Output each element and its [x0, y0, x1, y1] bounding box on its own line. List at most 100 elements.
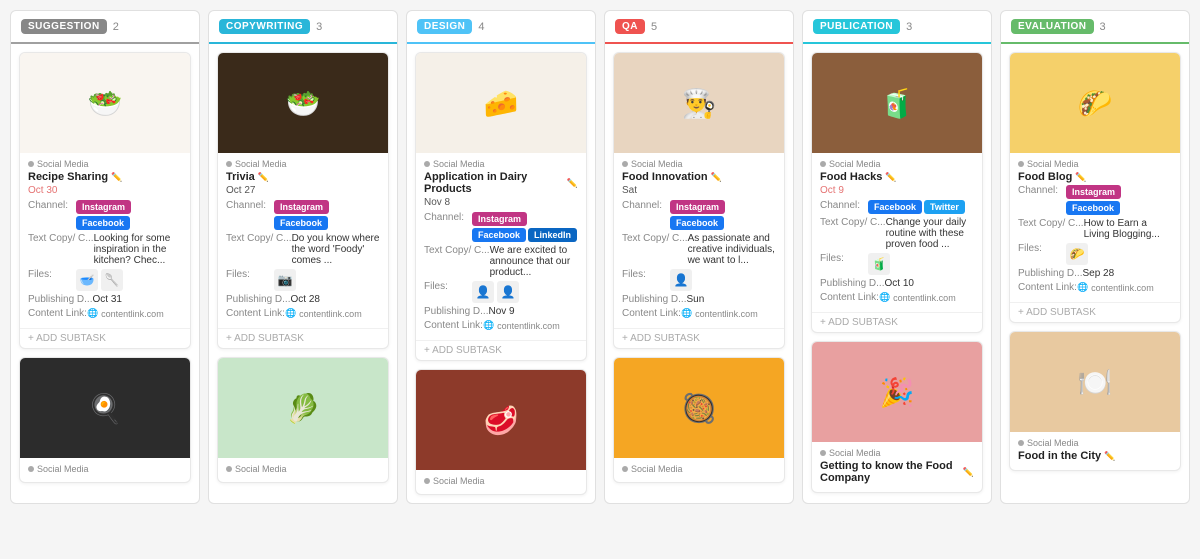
link-text: contentlink.com	[497, 321, 560, 331]
channel-tags: InstagramFacebook	[1066, 185, 1172, 215]
add-subtask-button[interactable]: + ADD SUBTASK	[1010, 302, 1180, 322]
card-qa-0[interactable]: 👨‍🍳Social MediaFood Innovation✏️SatChann…	[613, 52, 785, 349]
pub-value: Sun	[686, 294, 776, 305]
pub-value: Oct 10	[884, 278, 974, 289]
card-content-suggestion-1: Social Media	[20, 458, 190, 482]
column-copywriting: COPYWRITING3🥗Social MediaTrivia✏️Oct 27C…	[208, 10, 398, 504]
card-design-0[interactable]: 🧀Social MediaApplication in Dairy Produc…	[415, 52, 587, 361]
add-subtask-button[interactable]: + ADD SUBTASK	[614, 328, 784, 348]
edit-icon[interactable]: ✏️	[258, 172, 269, 183]
add-subtask-button[interactable]: + ADD SUBTASK	[416, 340, 586, 360]
edit-icon[interactable]: ✏️	[963, 467, 974, 478]
card-text-row: Text Copy/ C...As passionate and creativ…	[622, 233, 776, 266]
channel-label: Channel:	[424, 212, 472, 223]
card-content-design-0: Social MediaApplication in Dairy Product…	[416, 153, 586, 340]
column-header-copywriting: COPYWRITING3	[209, 11, 397, 44]
pub-label: Publishing D...	[1018, 268, 1082, 279]
card-image-design-1: 🥩	[416, 370, 586, 470]
column-header-evaluation: EVALUATION3	[1001, 11, 1189, 44]
card-content-publication-1: Social MediaGetting to know the Food Com…	[812, 442, 982, 492]
category-label: Social Media	[37, 464, 89, 474]
column-badge-evaluation: EVALUATION	[1011, 19, 1094, 34]
edit-icon[interactable]: ✏️	[885, 172, 896, 183]
card-evaluation-0[interactable]: 🌮Social MediaFood Blog✏️Channel:Instagra…	[1009, 52, 1181, 323]
card-title: Food Innovation✏️	[622, 171, 776, 183]
link-text: contentlink.com	[101, 309, 164, 319]
tag-facebook: Facebook	[670, 216, 724, 230]
card-copywriting-1[interactable]: 🥬Social Media	[217, 357, 389, 483]
category-label: Social Media	[1027, 159, 1079, 169]
content-link[interactable]: 🌐contentlink.com	[87, 308, 164, 319]
content-link[interactable]: 🌐contentlink.com	[879, 292, 956, 303]
add-subtask-button[interactable]: + ADD SUBTASK	[812, 312, 982, 332]
channel-tags: InstagramFacebook	[274, 200, 380, 230]
card-image-suggestion-0: 🥗	[20, 53, 190, 153]
link-text: contentlink.com	[695, 309, 758, 319]
channel-tags: InstagramFacebook	[76, 200, 182, 230]
card-category: Social Media	[1018, 438, 1172, 448]
edit-icon[interactable]: ✏️	[111, 172, 122, 183]
files-label: Files:	[226, 269, 274, 280]
card-copywriting-0[interactable]: 🥗Social MediaTrivia✏️Oct 27Channel:Insta…	[217, 52, 389, 349]
pub-label: Publishing D...	[622, 294, 686, 305]
card-suggestion-0[interactable]: 🥗Social MediaRecipe Sharing✏️Oct 30Chann…	[19, 52, 191, 349]
edit-icon[interactable]: ✏️	[711, 172, 722, 183]
globe-icon: 🌐	[483, 320, 494, 331]
card-content-evaluation-1: Social MediaFood in the City✏️	[1010, 432, 1180, 470]
add-subtask-button[interactable]: + ADD SUBTASK	[218, 328, 388, 348]
edit-icon[interactable]: ✏️	[1075, 172, 1086, 183]
column-count-copywriting: 3	[316, 21, 322, 33]
card-content-design-1: Social Media	[416, 470, 586, 494]
category-dot	[820, 450, 826, 456]
category-label: Social Media	[37, 159, 89, 169]
file-icon: 🌮	[1066, 243, 1088, 265]
link-text: contentlink.com	[299, 309, 362, 319]
card-files-row: Files:📷	[226, 269, 380, 291]
tag-instagram: Instagram	[472, 212, 527, 226]
card-image-suggestion-1: 🍳	[20, 358, 190, 458]
card-image-copywriting-1: 🥬	[218, 358, 388, 458]
tag-facebook: Facebook	[76, 216, 130, 230]
content-link[interactable]: 🌐contentlink.com	[681, 308, 758, 319]
card-link-row: Content Link:🌐contentlink.com	[622, 308, 776, 319]
card-pub-row: Publishing D...Sun	[622, 294, 776, 305]
column-body-suggestion: 🥗Social MediaRecipe Sharing✏️Oct 30Chann…	[11, 44, 199, 491]
link-label: Content Link:	[424, 320, 483, 331]
card-suggestion-1[interactable]: 🍳 Social Media	[19, 357, 191, 483]
channel-label: Channel:	[1018, 185, 1066, 196]
column-badge-suggestion: SUGGESTION	[21, 19, 107, 34]
card-image-publication-0: 🧃	[812, 53, 982, 153]
card-qa-1[interactable]: 🥘Social Media	[613, 357, 785, 483]
card-link-row: Content Link:🌐contentlink.com	[1018, 282, 1172, 293]
text-value: Change your daily routine with these pro…	[886, 217, 974, 250]
file-thumbs: 📷	[274, 269, 296, 291]
category-label: Social Media	[631, 464, 683, 474]
files-label: Files:	[1018, 243, 1066, 254]
tag-facebook: Facebook	[274, 216, 328, 230]
card-link-row: Content Link:🌐contentlink.com	[226, 308, 380, 319]
card-link-row: Content Link:🌐contentlink.com	[28, 308, 182, 319]
card-design-1[interactable]: 🥩Social Media	[415, 369, 587, 495]
card-channel-row: Channel:InstagramFacebook	[1018, 185, 1172, 215]
add-subtask-button[interactable]: + ADD SUBTASK	[20, 328, 190, 348]
content-link[interactable]: 🌐contentlink.com	[1077, 282, 1154, 293]
file-thumbs: 👤👤	[472, 281, 519, 303]
column-header-suggestion: SUGGESTION2	[11, 11, 199, 44]
content-link[interactable]: 🌐contentlink.com	[483, 320, 560, 331]
card-channel-row: Channel:InstagramFacebook	[622, 200, 776, 230]
card-publication-0[interactable]: 🧃Social MediaFood Hacks✏️Oct 9Channel:Fa…	[811, 52, 983, 333]
card-pub-row: Publishing D...Oct 10	[820, 278, 974, 289]
card-publication-1[interactable]: 🎉Social MediaGetting to know the Food Co…	[811, 341, 983, 493]
card-image-copywriting-0: 🥗	[218, 53, 388, 153]
content-link[interactable]: 🌐contentlink.com	[285, 308, 362, 319]
edit-icon[interactable]: ✏️	[1104, 451, 1115, 462]
card-category: Social Media	[820, 448, 974, 458]
card-title-text: Trivia	[226, 171, 255, 183]
edit-icon[interactable]: ✏️	[567, 178, 578, 189]
text-label: Text Copy/ C...	[820, 217, 886, 228]
card-date: Oct 27	[226, 185, 380, 196]
text-value: We are excited to announce that our prod…	[490, 245, 578, 278]
column-count-publication: 3	[906, 21, 912, 33]
card-evaluation-1[interactable]: 🍽️Social MediaFood in the City✏️	[1009, 331, 1181, 471]
column-header-qa: QA5	[605, 11, 793, 44]
